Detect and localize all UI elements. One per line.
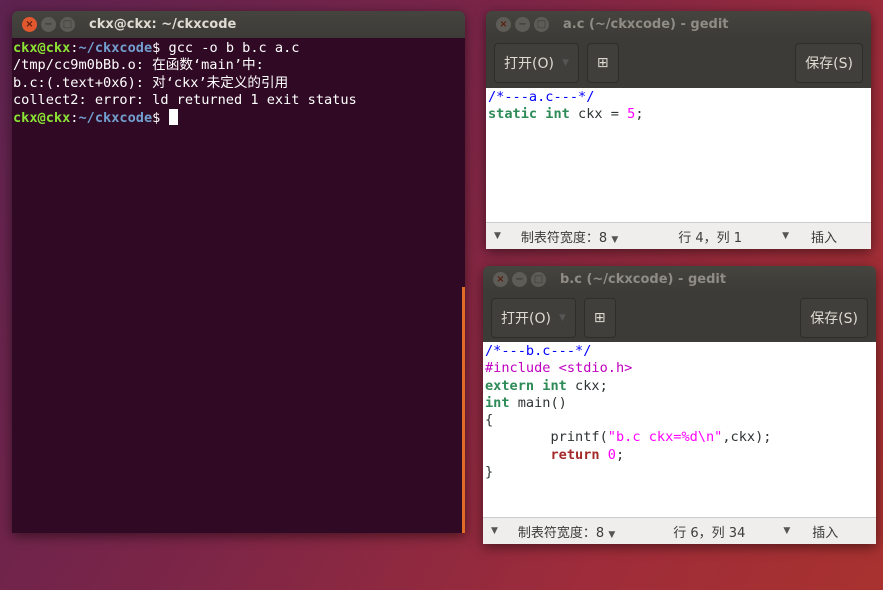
prompt-user: ckx@ckx <box>13 40 71 56</box>
code-token: return <box>550 446 600 463</box>
code-line: int main() <box>485 395 874 412</box>
chevron-down-icon: ▼ <box>558 312 566 323</box>
gedit-titlebar[interactable]: × − □ a.c (~/ckxcode) - gedit <box>486 11 871 38</box>
minimize-icon[interactable]: − <box>512 272 527 287</box>
save-button[interactable]: 保存(S) <box>795 43 863 83</box>
prompt-path: ~/ckxcode <box>78 40 153 56</box>
terminal-line: /tmp/cc9m0bBb.o: 在函数‘main’中: <box>13 57 465 74</box>
status-bar: ▼ 制表符宽度：8 ▼ 行 4，列 1 ▼ 插入 <box>486 222 871 249</box>
terminal-line: ckx@ckx:~/ckxcode$ <box>13 109 465 127</box>
save-button[interactable]: 保存(S) <box>800 297 868 338</box>
insert-mode[interactable]: 插入 <box>812 522 838 541</box>
code-line: return 0; <box>485 447 874 464</box>
terminal-line: b.c:(.text+0x6): 对‘ckx’未定义的引用 <box>13 75 465 92</box>
open-label: 打开(O) <box>504 56 554 72</box>
chevron-down-icon[interactable]: ▼ <box>491 526 498 536</box>
maximize-icon[interactable]: □ <box>534 17 549 32</box>
chevron-down-icon[interactable]: ▼ <box>783 526 790 536</box>
tab-width-selector[interactable]: 制表符宽度：8 ▼ <box>518 522 615 541</box>
insert-mode[interactable]: 插入 <box>811 227 837 246</box>
code-editor[interactable]: /*---a.c---*/static int ckx = 5; <box>486 88 871 222</box>
open-label: 打开(O) <box>501 310 551 327</box>
tab-width-label: 制表符宽度：8 <box>520 230 608 246</box>
code-line: /*---b.c---*/ <box>485 343 874 360</box>
code-token: ,ckx); <box>722 429 772 446</box>
code-line: { <box>485 412 874 429</box>
output-text: /tmp/cc9m0bBb.o: 在函数‘main’中: <box>13 57 264 74</box>
minimize-icon[interactable]: − <box>41 17 56 32</box>
code-token: static <box>488 106 538 123</box>
new-tab-button[interactable]: ⊞ <box>586 43 619 83</box>
code-token: ; <box>615 446 625 463</box>
open-button[interactable]: 打开(O) ▼ <box>494 43 579 83</box>
chevron-down-icon[interactable]: ▼ <box>782 231 789 241</box>
code-token: printf( <box>485 429 608 446</box>
output-text: collect2: error: ld returned 1 exit stat… <box>13 91 357 108</box>
terminal-output[interactable]: ckx@ckx:~/ckxcode$ gcc -o b b.c a.c/tmp/… <box>12 38 465 127</box>
code-token: { <box>485 412 494 429</box>
close-icon[interactable]: × <box>22 17 37 32</box>
status-bar: ▼ 制表符宽度：8 ▼ 行 6，列 34 ▼ 插入 <box>483 517 876 544</box>
save-label: 保存(S) <box>810 310 858 327</box>
window-title: a.c (~/ckxcode) - gedit <box>563 17 729 32</box>
terminal-window[interactable]: × − □ ckx@ckx: ~/ckxcode ckx@ckx:~/ckxcode… <box>12 11 465 533</box>
gedit-window-a[interactable]: × − □ a.c (~/ckxcode) - gedit 打开(O) ▼ ⊞ 保存(… <box>486 11 871 249</box>
output-text: b.c:(.text+0x6): 对‘ckx’未定义的引用 <box>13 74 289 91</box>
chevron-down-icon: ▼ <box>561 58 569 68</box>
new-tab-button[interactable]: ⊞ <box>583 297 616 338</box>
code-token: 0 <box>607 446 616 463</box>
code-line: static int ckx = 5; <box>488 106 869 123</box>
tab-width-selector[interactable]: 制表符宽度：8 ▼ <box>521 227 618 246</box>
maximize-icon[interactable]: □ <box>531 272 546 287</box>
new-document-icon: ⊞ <box>593 309 606 326</box>
window-title: b.c (~/ckxcode) - gedit <box>560 272 727 287</box>
cursor-position: 行 4，列 1 <box>678 230 743 246</box>
close-icon[interactable]: × <box>493 272 508 287</box>
save-label: 保存(S) <box>805 56 853 72</box>
code-line: } <box>485 464 874 481</box>
code-line: #include <stdio.h> <box>485 360 874 377</box>
code-token: ckx; <box>566 377 608 394</box>
code-editor[interactable]: /*---b.c---*/#include <stdio.h> extern in… <box>483 342 876 517</box>
close-icon[interactable]: × <box>496 17 511 32</box>
terminal-line: collect2: error: ld returned 1 exit stat… <box>13 92 465 109</box>
code-token: int <box>485 394 510 411</box>
code-token: ckx = <box>569 106 628 123</box>
gedit-titlebar[interactable]: × − □ b.c (~/ckxcode) - gedit <box>483 266 876 293</box>
code-token: "b.c ckx=%d\n" <box>607 429 723 446</box>
terminal-cursor <box>168 109 178 126</box>
prompt-user: ckx@ckx <box>13 110 71 127</box>
minimize-icon[interactable]: − <box>515 17 530 32</box>
chevron-down-icon[interactable]: ▼ <box>494 231 501 241</box>
code-token: main() <box>509 394 567 411</box>
terminal-line: ckx@ckx:~/ckxcode$ gcc -o b b.c a.c <box>13 40 465 57</box>
command-text: gcc -o b b.c a.c <box>160 40 300 56</box>
code-token: } <box>485 464 494 481</box>
open-button[interactable]: 打开(O) ▼ <box>491 297 576 338</box>
code-line: /*---a.c---*/ <box>488 89 869 106</box>
command-text <box>160 110 168 126</box>
window-title: ckx@ckx: ~/ckxcode <box>89 17 237 32</box>
terminal-scrollbar[interactable] <box>462 287 465 533</box>
code-token: #include <stdio.h> <box>485 360 633 377</box>
code-line: printf("b.c ckx=%d\n",ckx); <box>485 429 874 446</box>
code-token: /*---a.c---*/ <box>488 89 595 105</box>
code-token: int <box>545 106 570 123</box>
code-token: extern <box>485 377 535 394</box>
code-line: extern int ckx; <box>485 378 874 395</box>
terminal-titlebar[interactable]: × − □ ckx@ckx: ~/ckxcode <box>12 11 465 38</box>
new-document-icon: ⊞ <box>596 55 609 71</box>
code-token: /*---b.c---*/ <box>485 343 592 359</box>
code-token: int <box>542 377 567 394</box>
tab-width-label: 制表符宽度：8 <box>517 525 605 541</box>
cursor-position: 行 6，列 34 <box>673 525 746 541</box>
maximize-icon[interactable]: □ <box>60 17 75 32</box>
prompt-path: ~/ckxcode <box>78 110 153 127</box>
gedit-window-b[interactable]: × − □ b.c (~/ckxcode) - gedit 打开(O) ▼ ⊞ 保存(… <box>483 266 876 544</box>
code-token: ; <box>635 106 644 123</box>
